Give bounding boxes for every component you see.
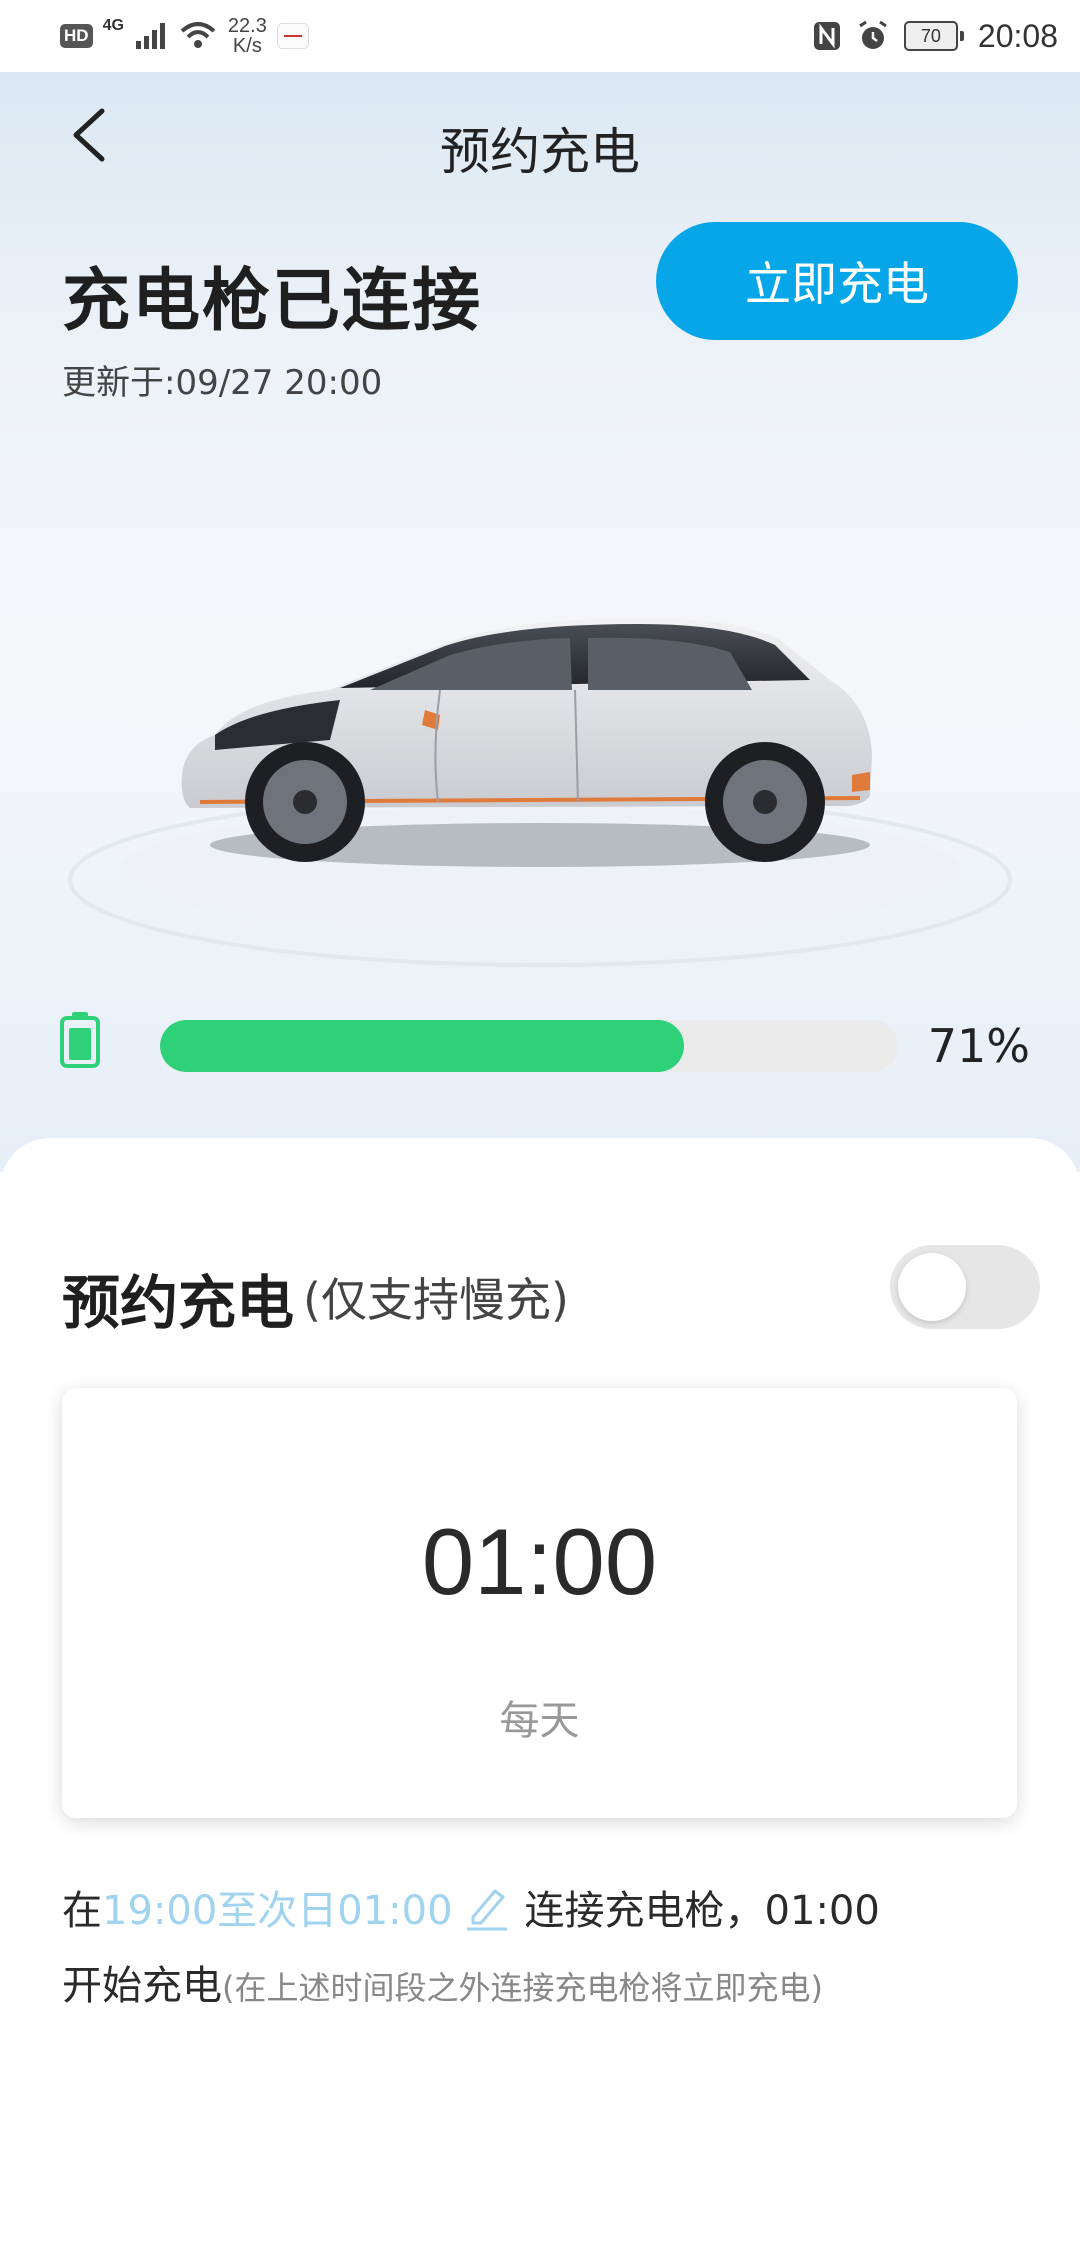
signal-icon (135, 23, 165, 49)
status-left: HD 4G 22.3 K/s (60, 0, 309, 72)
hd-badge: HD (60, 24, 93, 48)
updated-timestamp: 更新于:09/27 20:00 (62, 363, 383, 403)
battery-percent: 71% (927, 1019, 1030, 1073)
desc-prefix: 在 (62, 1888, 102, 1934)
page-title: 预约充电 (440, 123, 640, 181)
battery-level: 70 (903, 21, 958, 51)
schedule-panel: 预约充电 (仅支持慢充) 01:00 每天 在 19:00至次日01:00 连接… (0, 1138, 1080, 2244)
schedule-time: 01:00 (421, 1509, 658, 1614)
nfc-icon (813, 22, 840, 50)
network-speed: 22.3 K/s (228, 16, 267, 56)
alarm-icon (859, 20, 887, 49)
status-right: 70 20:08 (812, 0, 1058, 72)
desc-line2-start: 开始充电 (62, 1963, 222, 2009)
schedule-note: (仅支持慢充) (303, 1273, 569, 1327)
schedule-description: 在 19:00至次日01:00 连接充电枪，01:00 (62, 1878, 880, 1936)
battery-icon (60, 1012, 100, 1068)
wifi-icon (180, 22, 216, 48)
battery-cap (959, 31, 964, 41)
time-window-link[interactable]: 19:00至次日01:00 (102, 1878, 453, 1936)
desc-middle: 连接充电枪，01:00 (524, 1888, 880, 1934)
charge-now-button[interactable]: 立即充电 (656, 222, 1018, 340)
battery-progress-fill (160, 1020, 684, 1072)
network-type: 4G (102, 17, 124, 34)
schedule-toggle[interactable] (890, 1245, 1040, 1329)
speed-unit: K/s (232, 35, 262, 57)
toggle-knob (898, 1253, 966, 1321)
schedule-repeat: 每天 (499, 1698, 580, 1744)
pencil-edit-icon[interactable] (463, 1883, 511, 1931)
battery-progress-bar (160, 1020, 898, 1072)
battery-indicator: 70 (903, 21, 964, 51)
status-bar: HD 4G 22.3 K/s 70 20:08 (0, 0, 1080, 72)
status-time: 20:08 (977, 17, 1058, 54)
schedule-title: 预约充电 (62, 1269, 295, 1337)
car-image (68, 618, 1012, 967)
byd-app-icon (276, 23, 309, 49)
desc-line2-note: (在上述时间段之外连接充电枪将立即充电) (222, 1969, 823, 2007)
schedule-description-line2: 开始充电(在上述时间段之外连接充电枪将立即充电) (62, 1953, 823, 2011)
speed-value: 22.3 (227, 15, 267, 37)
schedule-time-card[interactable]: 01:00 每天 (62, 1388, 1017, 1818)
connection-status: 充电枪已连接 (62, 262, 483, 341)
